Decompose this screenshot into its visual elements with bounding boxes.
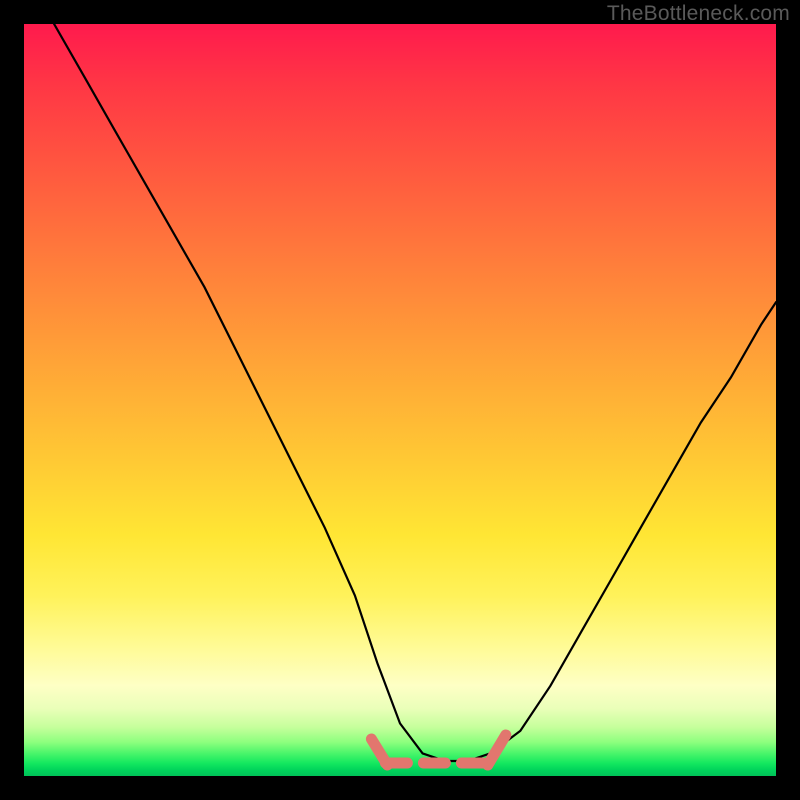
chart-stage: TheBottleneck.com	[0, 0, 800, 800]
curve-layer	[24, 24, 776, 776]
flat-region-stub-left	[371, 739, 387, 765]
flat-region-stub-right	[488, 735, 506, 765]
bottleneck-curve	[54, 24, 776, 761]
plot-area	[24, 24, 776, 776]
watermark-text: TheBottleneck.com	[607, 2, 790, 26]
